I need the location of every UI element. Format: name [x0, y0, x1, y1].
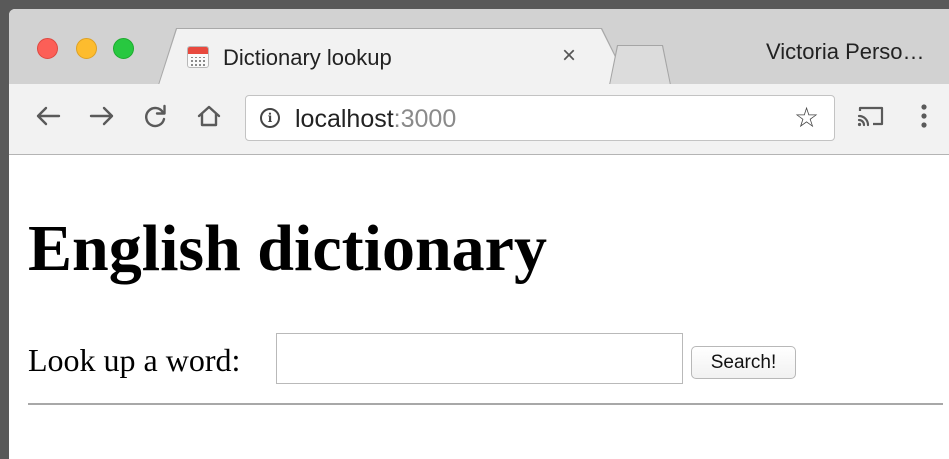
new-tab-button[interactable] [610, 46, 670, 85]
address-bar[interactable]: i localhost:3000 ☆ [245, 95, 835, 141]
divider [28, 403, 943, 405]
browser-window: Dictionary lookup × Victoria Perso… i lo… [9, 9, 949, 459]
tab-title[interactable]: Dictionary lookup [223, 45, 392, 71]
url-host: localhost [295, 105, 394, 133]
browser-toolbar: i localhost:3000 ☆ [9, 84, 949, 155]
close-window-button[interactable] [37, 38, 58, 59]
word-search-input[interactable] [276, 333, 683, 384]
tab-close-icon[interactable]: × [562, 43, 576, 69]
bookmark-star-icon[interactable]: ☆ [794, 103, 819, 133]
profile-name[interactable]: Victoria Perso… [766, 39, 925, 65]
cast-icon [857, 106, 884, 127]
lookup-label: Look up a word: [28, 342, 241, 378]
page-content: English dictionary Look up a word: Searc… [9, 155, 949, 459]
menu-button[interactable] [914, 100, 934, 132]
zoom-window-button[interactable] [113, 38, 134, 59]
url-text[interactable]: localhost:3000 [295, 105, 456, 134]
reload-button[interactable] [140, 100, 170, 132]
calendar-icon [187, 46, 209, 68]
cast-button[interactable] [854, 100, 888, 132]
reload-icon [145, 104, 166, 128]
minimize-window-button[interactable] [76, 38, 97, 59]
url-port: :3000 [393, 105, 457, 133]
kebab-menu-icon [921, 104, 927, 128]
info-icon[interactable]: i [260, 108, 280, 128]
home-icon [197, 105, 221, 127]
page-title: English dictionary [28, 212, 547, 285]
arrow-left-icon [36, 106, 61, 126]
home-button[interactable] [194, 100, 224, 132]
search-button[interactable]: Search! [691, 346, 796, 379]
arrow-right-icon [89, 106, 114, 126]
tab-strip: Dictionary lookup × Victoria Perso… [9, 9, 949, 85]
forward-button[interactable] [87, 100, 117, 132]
back-button[interactable] [33, 100, 63, 132]
